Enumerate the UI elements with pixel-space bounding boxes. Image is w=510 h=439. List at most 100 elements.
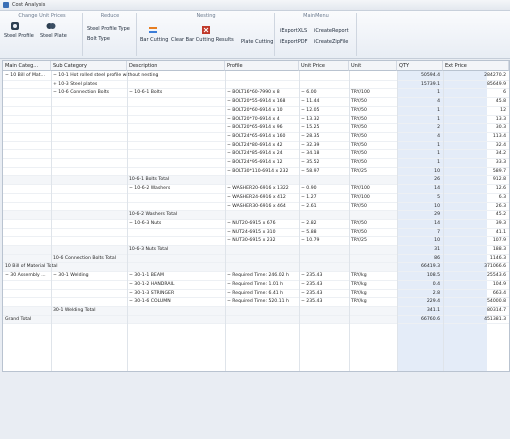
cell-ext-price[interactable]: 107.9 [443,237,509,245]
cell-ext-price[interactable]: 34.2 [443,150,509,158]
cell-ext-price[interactable]: 589.7 [443,168,509,176]
cell-qty[interactable]: 66760.6 [397,316,443,324]
cell-qty[interactable]: 10 [397,168,443,176]
cell-profile[interactable]: − BOLT20*70-6914 x 4 [225,116,299,124]
cell-unit[interactable]: TRY/50 [349,124,397,132]
cell-unit[interactable]: TRY/kg [349,272,397,280]
cell-unit-price[interactable]: − 35.52 [299,159,349,167]
cell-main-category[interactable]: − 30 Assembly ... [3,272,51,280]
cell-unit-price[interactable]: − 10.79 [299,237,349,245]
cell-ext-price[interactable]: 663.4 [443,290,509,298]
cell-main-category[interactable]: Grand Total [3,316,203,324]
cell-unit-price[interactable]: − 2.82 [299,220,349,228]
cell-unit[interactable]: TRY/kg [349,281,397,289]
cell-qty[interactable]: 1 [397,89,443,97]
cell-profile[interactable]: − BOLT24*95-6914 x 12 [225,159,299,167]
cell-qty[interactable]: 1 [397,150,443,158]
column-header-qty[interactable]: QTY [397,61,443,71]
cell-unit-price[interactable]: − 235.43 [299,290,349,298]
cell-sub-category[interactable]: + 10-3 Steel plates [51,81,251,89]
cell-unit[interactable]: TRY/50 [349,220,397,228]
column-header-unit[interactable]: Unit [349,61,397,71]
cell-unit-price[interactable]: − 34.18 [299,150,349,158]
cell-qty[interactable]: 4 [397,98,443,106]
cell-profile[interactable]: − BOLT30*110-6914 x 232 [225,168,299,176]
cell-ext-price[interactable]: 26.3 [443,203,509,211]
cell-unit[interactable]: TRY/50 [349,142,397,150]
cell-unit-price[interactable]: − 2.61 [299,203,349,211]
cell-profile[interactable]: − BOLT24*85-6914 x 24 [225,150,299,158]
cell-qty[interactable]: 14 [397,185,443,193]
bolt-type-button[interactable]: Bolt Type [87,36,110,42]
column-header-ext-price[interactable]: Ext Price [443,61,509,71]
plate-cutting-button[interactable]: Plate Cutting [241,39,273,45]
cell-qty[interactable]: 108.5 [397,272,443,280]
cell-ext-price[interactable]: 33.3 [443,159,509,167]
cell-sub-category[interactable]: − 30-1 Welding [51,272,127,280]
cell-ext-price[interactable]: 6.3 [443,194,509,202]
cell-unit[interactable]: TRY/25 [349,237,397,245]
cell-description[interactable]: − 10-6-2 Washers [127,185,225,193]
cell-qty[interactable]: 31 [397,246,443,254]
cell-unit[interactable]: TRY/50 [349,116,397,124]
cell-profile[interactable]: − BOLT24*80-6914 x 42 [225,142,299,150]
cell-sub-category[interactable]: 10-6 Connection Bolts Total [51,255,251,263]
cell-ext-price[interactable]: 45.8 [443,98,509,106]
cell-ext-price[interactable]: 30.3 [443,124,509,132]
create-zip-button[interactable]: iCreateZipFile [314,39,348,45]
cell-qty[interactable]: 1 [397,107,443,115]
cell-unit-price[interactable]: − 13.32 [299,116,349,124]
cell-unit[interactable]: TRY/50 [349,203,397,211]
cell-qty[interactable]: 50594.4 [397,72,443,80]
cell-ext-price[interactable]: 13.3 [443,116,509,124]
cell-unit-price[interactable]: − 235.43 [299,298,349,306]
cell-unit-price[interactable]: − 15.25 [299,124,349,132]
cell-ext-price[interactable]: 912.8 [443,176,509,184]
column-header-description[interactable]: Description [127,61,225,71]
cell-unit[interactable]: TRY/50 [349,107,397,115]
cell-ext-price[interactable]: 1146.3 [443,255,509,263]
cell-unit-price[interactable]: − 235.43 [299,272,349,280]
column-header-sub-category[interactable]: Sub Category [51,61,127,71]
cell-unit[interactable]: TRY/kg [349,298,397,306]
create-report-button[interactable]: iCreateReport [314,28,349,34]
cell-ext-price[interactable]: 188.3 [443,246,509,254]
cell-qty[interactable]: 15739.1 [397,81,443,89]
export-pdf-button[interactable]: iExportPDF [280,39,308,45]
cell-ext-price[interactable]: 54000.8 [443,298,509,306]
cell-qty[interactable]: 26 [397,176,443,184]
cell-description[interactable]: 10-6-3 Nuts Total [127,246,297,254]
cell-profile[interactable]: − BOLT24*65-6914 x 160 [225,133,299,141]
cell-unit[interactable]: TRY/50 [349,229,397,237]
cell-unit[interactable]: TRY/50 [349,159,397,167]
cell-description[interactable]: − 30-1-3 STRINGER [127,290,225,298]
cell-unit[interactable]: TRY/100 [349,89,397,97]
cell-sub-category[interactable]: − 10-1 Hot rolled steel profile without … [51,72,251,80]
cell-ext-price[interactable]: 25543.6 [443,272,509,280]
cell-qty[interactable]: 14 [397,220,443,228]
cell-qty[interactable]: 5 [397,194,443,202]
cell-unit-price[interactable]: − 1.27 [299,194,349,202]
cell-qty[interactable]: 2.8 [397,290,443,298]
cell-profile[interactable]: − Required Time: 6.41 h [225,290,299,298]
cell-unit[interactable]: TRY/100 [349,185,397,193]
cell-ext-price[interactable]: 32.4 [443,142,509,150]
cell-ext-price[interactable]: 284270.2 [443,72,509,80]
cell-profile[interactable]: − WASHER20-6916 x 1322 [225,185,299,193]
column-header-profile[interactable]: Profile [225,61,299,71]
cell-profile[interactable]: − WASHER30-6916 x 464 [225,203,299,211]
steel-plate-button[interactable]: Steel Plate [40,23,67,39]
cell-qty[interactable]: 341.1 [397,307,443,315]
cell-unit[interactable]: TRY/50 [349,133,397,141]
cell-qty[interactable]: 1 [397,116,443,124]
cell-unit-price[interactable]: − 11.44 [299,98,349,106]
cell-description[interactable]: − 30-1-2 HANDRAIL [127,281,225,289]
cell-profile[interactable]: − BOLT16*60-7990 x 8 [225,89,299,97]
cell-profile[interactable]: − NUT24-6915 x 310 [225,229,299,237]
cell-sub-category[interactable]: 30-1 Welding Total [51,307,251,315]
cell-profile[interactable]: − BOLT20*60-6914 x 10 [225,107,299,115]
cell-profile[interactable]: − Required Time: 520.11 h [225,298,299,306]
steel-profile-type-button[interactable]: Steel Profile Type [87,26,130,32]
cell-unit-price[interactable]: − 5.88 [299,229,349,237]
cell-description[interactable]: − 30-1-1 BEAM [127,272,225,280]
